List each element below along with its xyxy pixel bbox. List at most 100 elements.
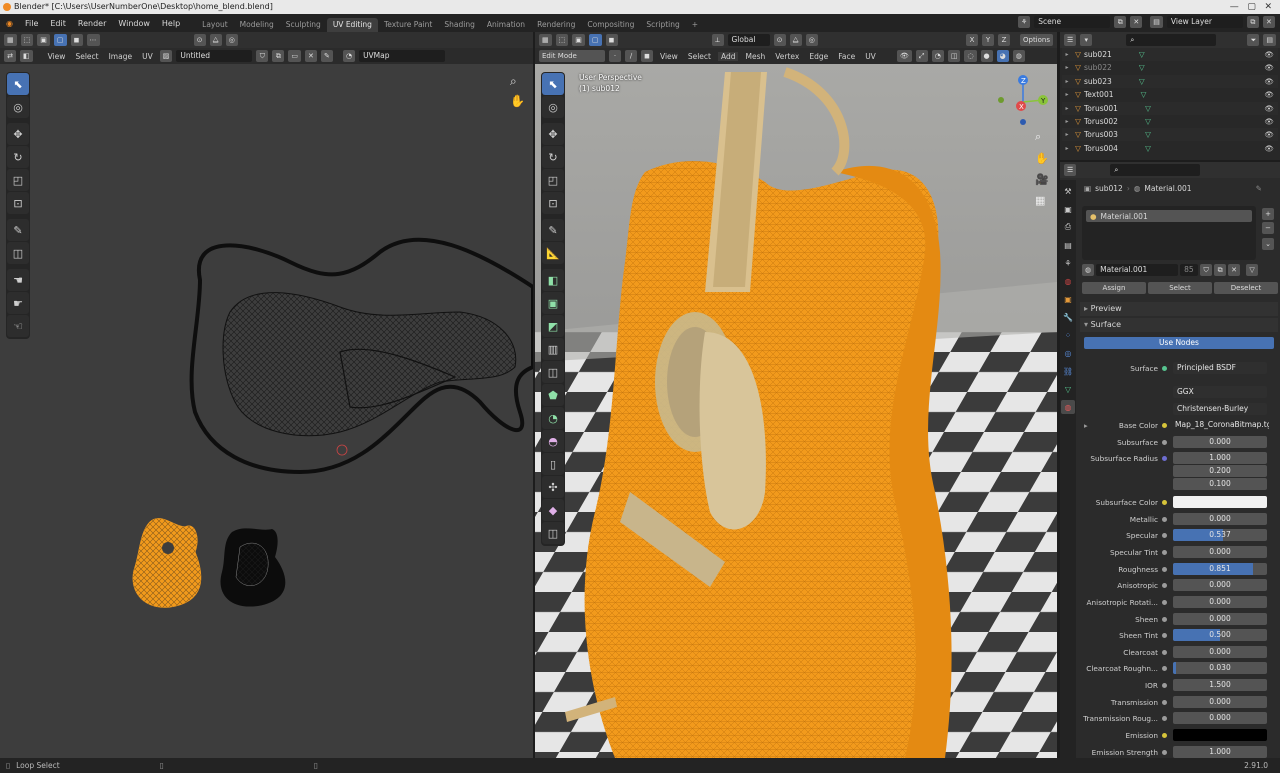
tab-compositing[interactable]: Compositing (581, 18, 640, 32)
inset-icon[interactable]: ▣ (542, 292, 564, 314)
subsurface-radius-x[interactable]: 1.000 (1173, 452, 1267, 464)
viewport-pan-icon[interactable]: ✋ (1035, 152, 1049, 165)
outliner-item[interactable]: ▸ ▽ Torus004 ▽ 👁 (1062, 142, 1278, 155)
visibility-eye-icon[interactable]: 👁 (1264, 130, 1274, 139)
particles-tab-icon[interactable]: ⁘ (1061, 328, 1075, 342)
subsurface-method-dropdown[interactable]: Christensen-Burley (1173, 403, 1267, 415)
tab-uv-editing[interactable]: UV Editing (326, 18, 378, 32)
visibility-eye-icon[interactable]: 👁 (1264, 50, 1274, 59)
material-unlink-icon[interactable]: ✕ (1228, 264, 1241, 276)
output-tab-icon[interactable]: ⎙ (1061, 220, 1075, 234)
tab-scripting[interactable]: Scripting (640, 18, 685, 32)
outliner-item[interactable]: ▸ ▽ Torus003 ▽ 👁 (1062, 128, 1278, 142)
scene-tab-icon[interactable]: ⚘ (1061, 256, 1075, 270)
visibility-eye-icon[interactable]: 👁 (1264, 63, 1274, 72)
menu-edit[interactable]: Edit (44, 19, 72, 28)
outliner-item[interactable]: ▸ ▽ Torus002 ▽ 👁 (1062, 115, 1278, 128)
material-tab-icon[interactable]: ◍ (1061, 400, 1075, 414)
material-link-icon[interactable]: ▽ (1246, 264, 1259, 276)
bevel-icon[interactable]: ◩ (542, 315, 564, 337)
uv-islands[interactable] (0, 32, 533, 758)
shear-icon[interactable]: ◆ (542, 499, 564, 521)
vp-scale-icon[interactable]: ◰ (542, 169, 564, 191)
display-mode-icon[interactable]: ▾ (1080, 34, 1093, 46)
emission-strength-field[interactable]: 1.000 (1173, 746, 1267, 758)
expand-arrow-icon[interactable]: ▸ (1062, 118, 1072, 125)
view-layer-field[interactable]: View Layer (1166, 16, 1243, 28)
view-layer-tab-icon[interactable]: ▤ (1061, 238, 1075, 252)
navigation-gizmo[interactable]: Z Y X (995, 72, 1055, 132)
scene-field[interactable]: Scene (1034, 16, 1111, 28)
visibility-eye-icon[interactable]: 👁 (1264, 104, 1274, 113)
subsurface-radius-z[interactable]: 0.100 (1173, 478, 1267, 490)
tab-sculpting[interactable]: Sculpting (280, 18, 327, 32)
constraints-tab-icon[interactable]: ⛓ (1061, 364, 1075, 378)
world-tab-icon[interactable]: ◍ (1061, 274, 1075, 288)
expand-arrow-icon[interactable]: ▸ (1062, 131, 1072, 138)
camera-view-icon[interactable]: 🎥 (1035, 173, 1049, 186)
perspective-toggle-icon[interactable]: ▦ (1035, 194, 1049, 207)
material-slot-list[interactable]: ● Material.001 (1082, 206, 1256, 260)
field-slider[interactable]: 0.000 (1173, 613, 1267, 625)
outliner-item[interactable]: ▸ ▽ Text001 ▽ 👁 (1062, 88, 1278, 101)
shrink-fatten-icon[interactable]: ✣ (542, 476, 564, 498)
menu-help[interactable]: Help (156, 19, 186, 28)
vp-rotate-icon[interactable]: ↻ (542, 146, 564, 168)
large-uv-island[interactable] (189, 237, 533, 475)
rip-icon[interactable]: ◫ (542, 522, 564, 544)
field-slider[interactable]: 0.851 (1173, 563, 1267, 575)
visibility-eye-icon[interactable]: 👁 (1264, 77, 1274, 86)
visibility-eye-icon[interactable]: 👁 (1264, 117, 1274, 126)
outliner-item[interactable]: ▸ ▽ sub022 ▽ 👁 (1062, 61, 1278, 74)
outliner-filter-icon[interactable]: ⏷ (1247, 34, 1260, 46)
outliner-item[interactable]: ▸ ▽ sub023 ▽ 👁 (1062, 74, 1278, 88)
new-scene-icon[interactable]: ⧉ (1114, 16, 1127, 28)
remove-view-layer-icon[interactable]: ✕ (1262, 16, 1275, 28)
vp-transform-icon[interactable]: ⊡ (542, 192, 564, 214)
surface-panel-header[interactable]: ▾ Surface (1080, 318, 1278, 332)
vp-move-icon[interactable]: ✥ (542, 123, 564, 145)
select-button[interactable]: Select (1148, 282, 1212, 294)
outliner-search-field[interactable]: ⌕ (1126, 34, 1217, 46)
assign-button[interactable]: Assign (1082, 282, 1146, 294)
subsurface-color-swatch[interactable] (1173, 496, 1267, 508)
3d-viewport[interactable]: ▦ ⬚ ▣ ▢ ◼ ⟂ Global ⊙ ⧋ ◎ X Y Z Options E… (535, 32, 1057, 758)
tab-animation[interactable]: Animation (481, 18, 531, 32)
remove-scene-icon[interactable]: ✕ (1130, 16, 1143, 28)
blender-menu-icon[interactable]: ◉ (0, 19, 19, 28)
expand-arrow-icon[interactable]: ▸ (1062, 51, 1072, 58)
menu-render[interactable]: Render (72, 19, 112, 28)
outliner-editor-type-icon[interactable]: ☰ (1064, 34, 1077, 46)
expand-arrow-icon[interactable]: ▸ (1062, 91, 1072, 98)
object-tab-icon[interactable]: ▣ (1061, 292, 1075, 306)
deselect-button[interactable]: Deselect (1214, 282, 1278, 294)
field-slider[interactable]: 0.000 (1173, 712, 1267, 724)
outliner-item[interactable]: ▸ ▽ Torus001 ▽ 👁 (1062, 101, 1278, 115)
remove-slot-button[interactable]: − (1262, 222, 1274, 234)
field-slider[interactable]: 0.537 (1173, 529, 1267, 541)
subsurface-radius-y[interactable]: 0.200 (1173, 465, 1267, 477)
smooth-icon[interactable]: ◓ (542, 430, 564, 452)
spin-icon[interactable]: ◔ (542, 407, 564, 429)
menu-file[interactable]: File (19, 19, 44, 28)
tab-layout[interactable]: Layout (196, 18, 234, 32)
tab-modeling[interactable]: Modeling (234, 18, 280, 32)
expand-arrow-icon[interactable]: ▸ (1062, 145, 1072, 152)
field-slider[interactable]: 0.000 (1173, 646, 1267, 658)
material-users-count[interactable]: 85 (1180, 264, 1199, 276)
render-tab-icon[interactable]: ▣ (1061, 202, 1075, 216)
physics-tab-icon[interactable]: ◎ (1061, 346, 1075, 360)
tab-rendering[interactable]: Rendering (531, 18, 581, 32)
use-nodes-button[interactable]: Use Nodes (1084, 337, 1274, 349)
vp-cursor-icon[interactable]: ◎ (542, 96, 564, 118)
tab-shading[interactable]: Shading (438, 18, 480, 32)
field-slider[interactable]: 0.500 (1173, 629, 1267, 641)
field-slider[interactable]: 0.000 (1173, 579, 1267, 591)
surface-shader-field[interactable]: Principled BSDF (1173, 362, 1267, 374)
material-slot-item[interactable]: ● Material.001 (1086, 210, 1252, 222)
expand-arrow-icon[interactable]: ▸ (1062, 78, 1072, 85)
expand-arrow-icon[interactable]: ▸ (1062, 64, 1072, 71)
viewport-zoom-icon[interactable]: ⌕ (1035, 130, 1049, 144)
orange-uv-island[interactable] (132, 518, 202, 608)
field-slider[interactable]: 0.000 (1173, 513, 1267, 525)
